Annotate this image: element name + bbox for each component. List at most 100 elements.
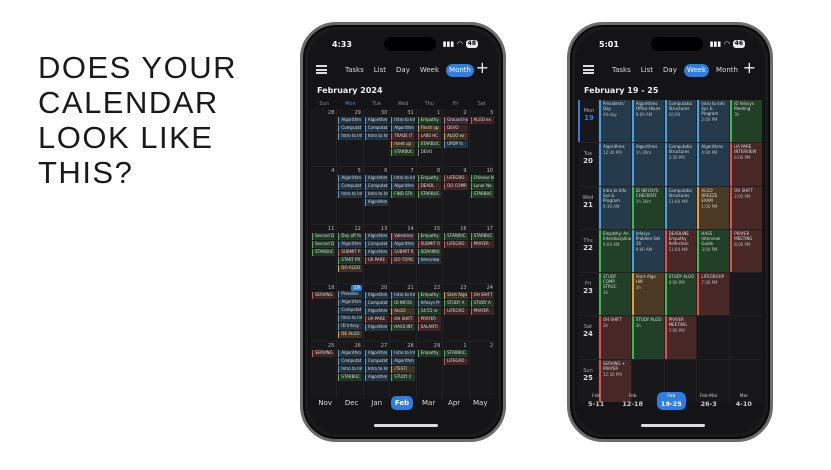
calendar-event[interactable]: Algorithms 4:00 PM: [697, 143, 730, 186]
calendar-event[interactable]: Intro to Inf: [338, 365, 362, 373]
hour-cell[interactable]: Computatio Structures 2:30 PM: [664, 143, 697, 186]
calendar-event[interactable]: START PR: [338, 257, 362, 265]
calendar-event[interactable]: DO TOPIC: [391, 257, 415, 265]
add-icon[interactable]: +: [743, 60, 756, 76]
tab-day[interactable]: Day: [660, 64, 680, 77]
calendar-event[interactable]: SALANTI: [417, 323, 442, 331]
hour-cell[interactable]: ID Infosys Meeting 3h: [730, 100, 762, 143]
calendar-event[interactable]: UA PARE: [364, 257, 389, 265]
calendar-event[interactable]: Algorithm: [338, 117, 362, 124]
day-cell[interactable]: 29 Algorithm Computat Intro to Inf: [337, 109, 363, 167]
day-cell[interactable]: 28 Intro to Inf Algorithm (TEST) STUDY C: [390, 341, 416, 399]
calendar-event[interactable]: Computatio Structures 10:00: [664, 100, 697, 143]
calendar-event[interactable]: Start Algo: [444, 291, 468, 299]
calendar-event[interactable]: Algorithm: [338, 298, 362, 306]
calendar-event[interactable]: ALGO ex: [444, 133, 468, 140]
calendar-event[interactable]: Algorithms 12:30 PM: [599, 143, 631, 186]
calendar-event[interactable]: LABS HC: [417, 133, 442, 140]
calendar-event[interactable]: ALGO ex: [470, 117, 494, 124]
hour-cell[interactable]: OH SHIFT 2:00 PM: [730, 186, 762, 229]
hour-cell[interactable]: [730, 273, 762, 316]
hour-cell[interactable]: HASS Interview Guide 3:00 PM: [697, 229, 730, 273]
day-cell[interactable]: 27 Algorithm Computat Intro to Inf Algorithm: [363, 341, 390, 399]
calendar-event[interactable]: Algorithm: [364, 233, 389, 241]
tab-day[interactable]: Day: [393, 64, 413, 77]
calendar-event[interactable]: SUBMIT R: [391, 249, 415, 257]
calendar-event[interactable]: Algorithm: [364, 175, 389, 183]
tab-list[interactable]: List: [638, 64, 656, 77]
day-cell[interactable]: 1 STARBUC LIFEGRO: [443, 341, 469, 399]
day-cell[interactable]: 12 Day off fo Algorithm SUBMIT P START PR DO …: [337, 225, 363, 283]
day-cell[interactable]: 8 Empathy DEADL STARBUC: [416, 167, 443, 225]
day-cell[interactable]: 2 Ground ho DEVO ALGO ex UPDP fo: [443, 109, 469, 167]
calendar-event[interactable]: 14:55 re: [417, 307, 442, 315]
add-icon[interactable]: +: [476, 60, 489, 76]
day-cell[interactable]: 24 OH SHIFT STUDY A PRAYER: [469, 283, 495, 341]
calendar-event[interactable]: Algorithm: [391, 241, 415, 249]
calendar-event[interactable]: Algorithm: [391, 125, 415, 132]
calendar-event[interactable]: Intro to Inf: [364, 365, 389, 373]
month-dec[interactable]: Dec: [341, 396, 363, 410]
calendar-event[interactable]: Intro to Inf: [391, 175, 415, 183]
calendar-event[interactable]: PRAYER: [470, 307, 494, 315]
day-cell[interactable]: 30 Algorithm Computat Intro to Inf: [363, 109, 390, 167]
calendar-event[interactable]: LIFEGRO: [444, 175, 468, 183]
calendar-event[interactable]: Algorithm: [338, 349, 362, 357]
calendar-event[interactable]: Intro to Info Sys & Program 2:00 PM: [697, 100, 730, 143]
calendar-event[interactable]: Intro to Inf: [364, 133, 389, 140]
hour-cell[interactable]: ALGO BREEZE EXAM 1:00 PM: [697, 186, 730, 229]
calendar-event[interactable]: SUBMIT P: [338, 249, 362, 257]
week-option[interactable]: Feb 12-18: [618, 392, 647, 410]
calendar-event[interactable]: UA PARE: [364, 315, 389, 323]
hour-cell[interactable]: Intro to Info Sys & Program 2:00 PM: [697, 100, 730, 143]
calendar-event[interactable]: Algorithms 1h 30m: [631, 143, 664, 186]
hour-cell[interactable]: STUDY ALGO 3h: [631, 316, 664, 359]
calendar-event[interactable]: Intro to Inf: [391, 349, 415, 357]
calendar-event[interactable]: STARBUC: [338, 373, 362, 381]
calendar-event[interactable]: STUDY ALGO 4:00 PM: [664, 273, 697, 316]
hour-cell[interactable]: STUDY COMP STRUC 3h: [599, 273, 631, 316]
calendar-event[interactable]: Computat: [364, 357, 389, 365]
calendar-event[interactable]: Ground ho: [444, 117, 468, 124]
hour-cell[interactable]: UA PARE INTERVIEW 6:00 PM: [730, 143, 762, 186]
day-cell[interactable]: 10 Chinese N Lunar Ne STARBUC: [469, 167, 495, 225]
calendar-event[interactable]: TRADE IT: [391, 133, 415, 140]
calendar-event[interactable]: Algorithm: [364, 249, 389, 257]
calendar-event[interactable]: Valentine: [391, 233, 415, 241]
day-cell[interactable]: 21 Intro to Inf ID INFOS ALGO OH SHIFT HASS I…: [390, 283, 416, 341]
hour-cell[interactable]: Algorithms 12:30 PM: [599, 143, 631, 186]
calendar-event[interactable]: Computat: [364, 125, 389, 132]
calendar-event[interactable]: LIFEGRO: [444, 357, 468, 365]
calendar-event[interactable]: Algorithm: [364, 307, 389, 315]
hour-cell[interactable]: [730, 316, 762, 359]
calendar-event[interactable]: Interview: [417, 257, 442, 265]
calendar-event[interactable]: LIFEGROUP 7:30 PM: [697, 273, 730, 316]
day-cell[interactable]: 31 Intro to Inf Algorithm TRADE IT meet up ST…: [390, 109, 416, 167]
calendar-event[interactable]: Computat: [364, 299, 389, 307]
day-cell[interactable]: 5 Algorithm Computat Intro to Inf: [337, 167, 363, 225]
hour-cell[interactable]: Computatio Structures 11:00 AM: [664, 186, 697, 229]
calendar-event[interactable]: Computatio Structures 11:00 AM: [664, 186, 697, 229]
calendar-event[interactable]: Infosys Pr: [417, 299, 442, 307]
calendar-event[interactable]: ID INFOS: [391, 299, 415, 307]
day-cell[interactable]: 19 Presiden Algorithm Computat Intro to Inf I…: [337, 283, 363, 341]
calendar-event[interactable]: Empathy: [417, 291, 442, 299]
calendar-event[interactable]: ALGO: [391, 307, 415, 315]
calendar-event[interactable]: ALGO BREEZE EXAM 1:00 PM: [697, 186, 730, 229]
calendar-event[interactable]: DEADL: [417, 183, 442, 191]
day-cell[interactable]: 4: [311, 167, 337, 225]
calendar-event[interactable]: Intro to Inf: [338, 191, 362, 199]
day-cell[interactable]: 9 LIFEGRO DO COMP: [443, 167, 469, 225]
calendar-event[interactable]: Infosys Problem Set 16 9:00 AM: [631, 229, 664, 273]
calendar-event[interactable]: OH SHIFT: [470, 291, 494, 299]
tab-week[interactable]: Week: [683, 64, 710, 77]
month-jan[interactable]: Jan: [367, 396, 386, 410]
calendar-event[interactable]: STUDY A: [444, 299, 468, 307]
calendar-event[interactable]: Computat: [338, 357, 362, 365]
calendar-event[interactable]: STUDY ALGO 3h: [631, 316, 664, 359]
hour-cell[interactable]: Algorithms 4:00 PM: [697, 143, 730, 186]
day-cell[interactable]: 1 Empathy Finish up LABS HC STARBUC DEVO: [416, 109, 443, 167]
calendar-event[interactable]: DE ALGO: [338, 330, 362, 338]
calendar-event[interactable]: DEVO: [417, 149, 441, 156]
month-may[interactable]: May: [469, 396, 491, 410]
